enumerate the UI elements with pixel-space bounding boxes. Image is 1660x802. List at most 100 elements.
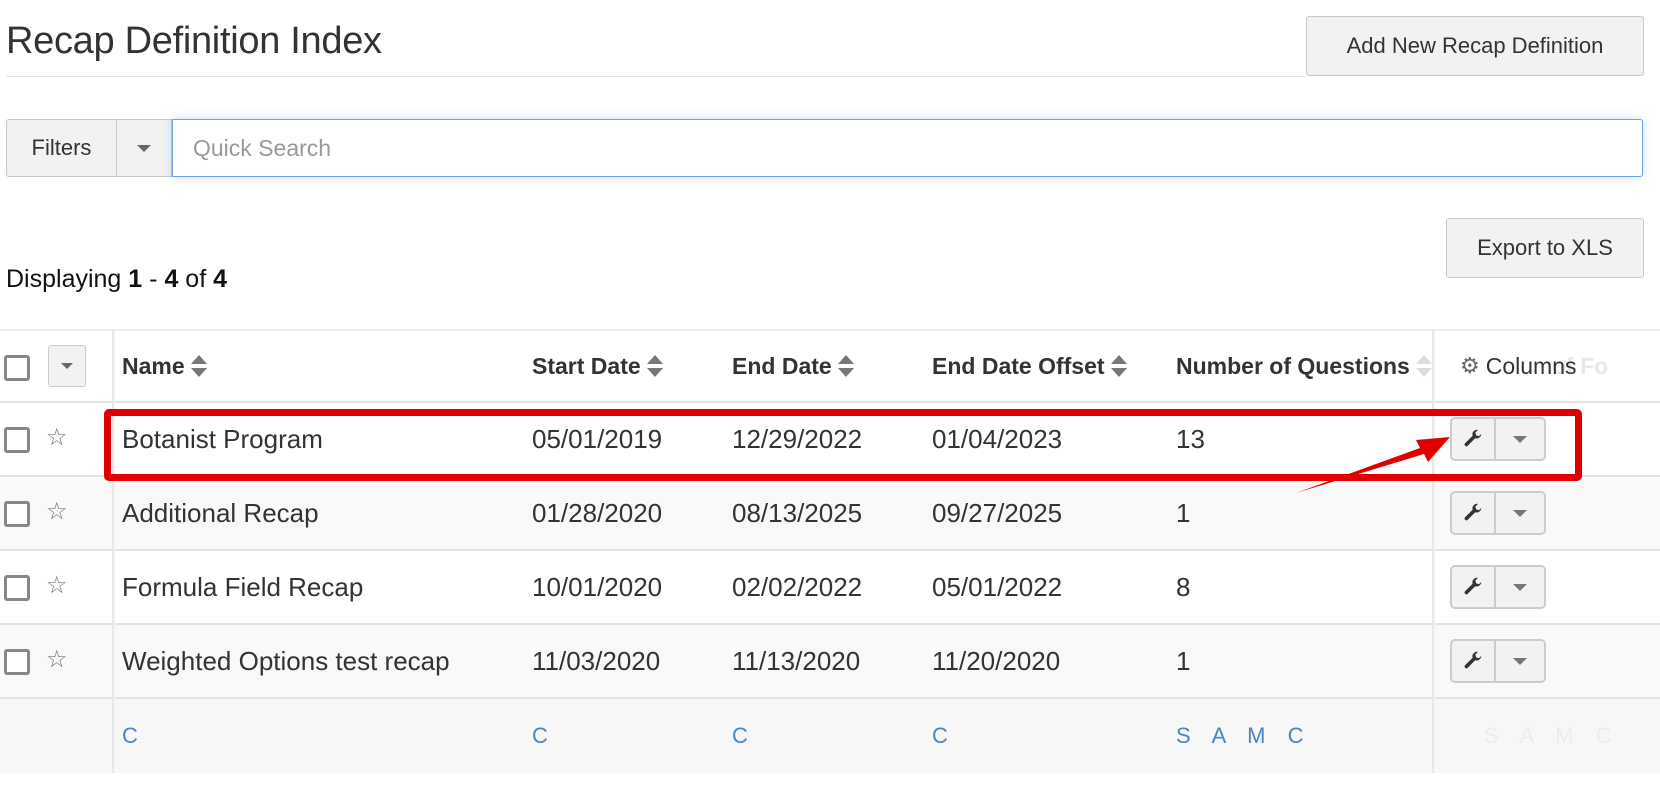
results-total: 4 [213, 265, 228, 293]
column-header-label: Name [122, 352, 185, 379]
results-range-start: 1 [128, 265, 143, 293]
title-divider [6, 76, 1306, 77]
column-header-label: Number of Questions [1176, 352, 1410, 379]
pinned-column-divider [1432, 329, 1435, 773]
columns-label: Columns [1485, 352, 1577, 379]
footer-hidden-column-links: S A M C [1484, 699, 1619, 773]
row-checkbox[interactable] [4, 649, 30, 675]
summary-link[interactable]: S A M C [1176, 723, 1311, 749]
cell-number-of-questions: 1 [1176, 645, 1191, 676]
footer-start-date-link[interactable]: C [532, 699, 556, 773]
column-header-end-date-offset[interactable]: End Date Offset [932, 331, 1127, 401]
cell-name[interactable]: Formula Field Recap [122, 551, 363, 623]
table-row: ☆ Formula Field Recap 10/01/2020 02/02/2… [0, 551, 1660, 625]
row-actions [1450, 491, 1546, 535]
add-new-recap-definition-button[interactable]: Add New Recap Definition [1306, 16, 1644, 76]
wrench-icon [1464, 577, 1482, 595]
column-header-label: End Date [732, 352, 832, 379]
column-header-label: Start Date [532, 352, 641, 379]
column-header-label: End Date Offset [932, 352, 1105, 379]
gear-icon: ⚙ [1460, 353, 1480, 378]
row-actions-dropdown[interactable] [1496, 567, 1544, 607]
cell-number-of-questions: 8 [1176, 571, 1191, 602]
filters-dropdown-toggle[interactable] [116, 119, 172, 177]
bulk-select-dropdown[interactable] [48, 345, 86, 387]
cell-end-date: 11/13/2020 [732, 645, 861, 676]
summary-link[interactable]: C [532, 723, 556, 749]
page-title: Recap Definition Index [6, 20, 382, 62]
summary-link[interactable]: C [122, 723, 146, 749]
select-all-checkbox[interactable] [4, 355, 30, 381]
cell-start-date: 05/01/2019 [532, 423, 663, 454]
caret-down-icon [61, 363, 73, 369]
column-header-number-of-questions[interactable]: Number of Questions [1176, 331, 1432, 401]
cell-start-date: 10/01/2020 [532, 571, 663, 602]
favorite-star-icon[interactable]: ☆ [46, 497, 68, 526]
filter-bar: Filters [6, 119, 1643, 177]
favorite-star-icon[interactable]: ☆ [46, 645, 68, 674]
pinned-column-header: of Fo ⚙ Columns [1434, 331, 1660, 401]
row-checkbox[interactable] [4, 501, 30, 527]
table-footer-row: C C C C S A M C S A M C [0, 699, 1660, 773]
edit-wrench-button[interactable] [1452, 493, 1496, 533]
summary-link: S A M C [1484, 723, 1620, 748]
cell-name[interactable]: Weighted Options test recap [122, 625, 450, 697]
column-header-start-date[interactable]: Start Date [532, 331, 663, 401]
wrench-icon [1464, 503, 1482, 521]
cell-number-of-questions: 1 [1176, 497, 1191, 528]
columns-chooser-button[interactable]: ⚙ Columns [1460, 331, 1577, 401]
results-count: Displaying 1 - 4 of 4 [6, 265, 227, 294]
summary-link[interactable]: C [932, 723, 956, 749]
row-checkbox[interactable] [4, 427, 30, 453]
cell-name[interactable]: Additional Recap [122, 477, 319, 549]
sort-icon [190, 355, 207, 377]
cell-end-date-offset: 09/27/2025 [932, 497, 1063, 528]
row-actions-dropdown[interactable] [1496, 493, 1544, 533]
filters-button[interactable]: Filters [6, 119, 116, 177]
results-range-end: 4 [164, 265, 179, 293]
table-header-row: Name Start Date End Date End Date Offset… [0, 329, 1660, 403]
cell-end-date-offset: 11/20/2020 [932, 645, 1061, 676]
favorite-star-icon[interactable]: ☆ [46, 571, 68, 600]
cell-end-date: 12/29/2022 [732, 423, 863, 454]
table-row: ☆ Additional Recap 01/28/2020 08/13/2025… [0, 477, 1660, 551]
column-header-name[interactable]: Name [122, 331, 207, 401]
edit-wrench-button[interactable] [1452, 419, 1496, 459]
sort-icon [646, 355, 663, 377]
footer-number-of-questions-links[interactable]: S A M C [1176, 699, 1311, 773]
sort-icon [1415, 355, 1432, 377]
frozen-column-divider [112, 329, 115, 773]
column-header-end-date[interactable]: End Date [732, 331, 854, 401]
cell-number-of-questions: 13 [1176, 423, 1205, 454]
row-actions-dropdown[interactable] [1496, 641, 1544, 681]
cell-end-date-offset: 01/04/2023 [932, 423, 1063, 454]
cell-end-date: 02/02/2022 [732, 571, 863, 602]
cell-name[interactable]: Botanist Program [122, 403, 323, 475]
quick-search-input[interactable] [172, 119, 1643, 177]
footer-end-date-link[interactable]: C [732, 699, 756, 773]
cell-end-date-offset: 05/01/2022 [932, 571, 1063, 602]
cell-start-date: 11/03/2020 [532, 645, 661, 676]
footer-end-date-offset-link[interactable]: C [932, 699, 956, 773]
results-separator: - [149, 265, 158, 293]
footer-name-link[interactable]: C [122, 699, 146, 773]
wrench-icon [1464, 651, 1482, 669]
row-actions [1450, 565, 1546, 609]
caret-down-icon [1513, 657, 1527, 665]
edit-wrench-button[interactable] [1452, 567, 1496, 607]
export-to-xls-button[interactable]: Export to XLS [1446, 218, 1644, 278]
table-row: ☆ Botanist Program 05/01/2019 12/29/2022… [0, 403, 1660, 477]
row-actions [1450, 639, 1546, 683]
row-checkbox[interactable] [4, 575, 30, 601]
edit-wrench-button[interactable] [1452, 641, 1496, 681]
row-actions [1450, 417, 1546, 461]
summary-link[interactable]: C [732, 723, 756, 749]
results-of: of [185, 265, 207, 293]
cell-start-date: 01/28/2020 [532, 497, 663, 528]
caret-down-icon [1513, 583, 1527, 591]
row-actions-dropdown[interactable] [1496, 419, 1544, 459]
favorite-star-icon[interactable]: ☆ [46, 423, 68, 452]
sort-icon [1110, 355, 1127, 377]
caret-down-icon [1513, 435, 1527, 443]
caret-down-icon [137, 144, 151, 152]
